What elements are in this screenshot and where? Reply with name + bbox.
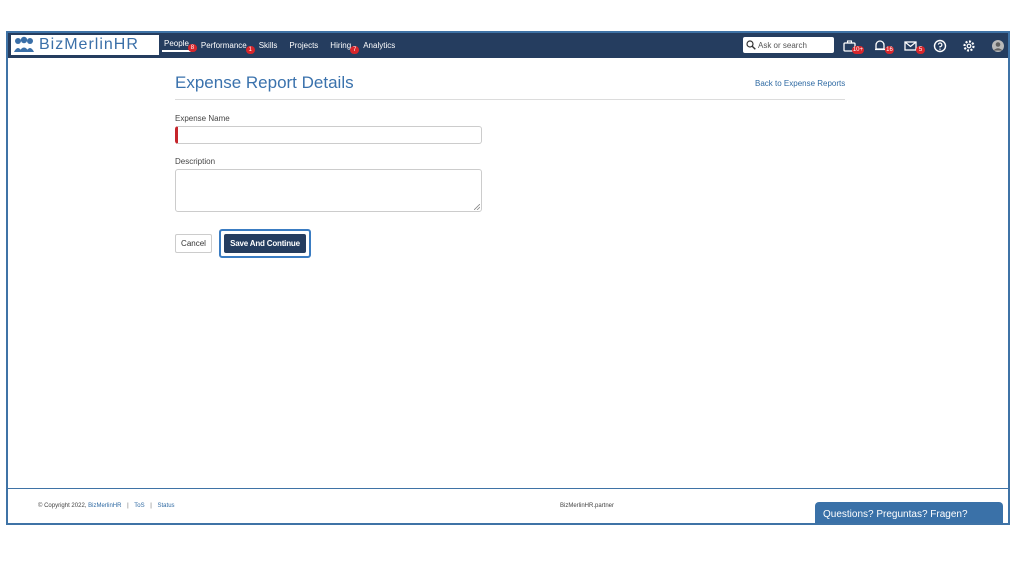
nav-item-projects[interactable]: Projects [287, 41, 320, 50]
logo-text: BizMerlinHR [39, 36, 139, 53]
expense-name-input[interactable] [175, 126, 482, 144]
resize-handle-icon[interactable] [474, 204, 480, 210]
main-nav: People 8 Performance 1 Skills Projects H… [162, 33, 405, 58]
footer-divider [8, 488, 1008, 489]
notifications-badge: 16 [885, 46, 894, 54]
help-button[interactable] [932, 38, 948, 54]
nav-label: People [164, 39, 189, 48]
cancel-button[interactable]: Cancel [175, 234, 212, 253]
save-button-highlight: Save And Continue [219, 229, 311, 258]
page-title: Expense Report Details [175, 73, 354, 92]
search-icon [746, 40, 756, 50]
messages-button[interactable]: 5 [903, 38, 925, 54]
nav-item-hiring[interactable]: Hiring 7 [328, 41, 360, 54]
nav-label: Skills [258, 41, 278, 50]
messages-badge: 5 [916, 46, 925, 54]
status-link[interactable]: Status [158, 503, 175, 509]
team-logo-icon [14, 36, 34, 52]
top-navbar: BizMerlinHR People 8 Performance 1 Skill… [8, 33, 1008, 58]
user-avatar[interactable] [990, 38, 1006, 54]
nav-label: Hiring [330, 41, 352, 50]
nav-label: Analytics [363, 41, 396, 50]
nav-badge: 8 [187, 44, 197, 52]
nav-badge: 1 [245, 46, 255, 54]
cases-button[interactable]: 10+ [842, 38, 864, 54]
nav-item-analytics[interactable]: Analytics [361, 41, 397, 50]
nav-item-performance[interactable]: Performance 1 [199, 41, 255, 54]
partner-text: BizMerlinHR.partner [560, 503, 615, 509]
title-divider [175, 99, 845, 100]
help-icon [933, 39, 947, 53]
nav-item-skills[interactable]: Skills [257, 41, 280, 50]
logo[interactable]: BizMerlinHR [11, 35, 159, 55]
nav-label: Projects [289, 41, 319, 50]
app-window: BizMerlinHR People 8 Performance 1 Skill… [6, 31, 1010, 525]
nav-badge: 7 [350, 46, 360, 54]
description-textarea[interactable] [175, 169, 482, 212]
chat-support-button[interactable]: Questions? Preguntas? Fragen? [815, 502, 1003, 523]
back-to-expense-reports-link[interactable]: Back to Expense Reports [755, 79, 845, 88]
expense-name-label: Expense Name [175, 114, 230, 123]
search-input[interactable] [758, 40, 834, 50]
company-link[interactable]: BizMerlinHR [88, 503, 121, 509]
footer-separator: | [127, 503, 129, 509]
tos-link[interactable]: ToS [134, 503, 144, 509]
description-label: Description [175, 157, 216, 166]
notifications-button[interactable]: 16 [872, 38, 894, 54]
footer-copyright: © Copyright 2022, BizMerlinHR | ToS | St… [38, 503, 175, 509]
save-and-continue-button[interactable]: Save And Continue [224, 234, 306, 253]
footer-separator: | [150, 503, 152, 509]
cases-badge: 10+ [851, 46, 864, 54]
copyright-text: © Copyright 2022, [38, 503, 87, 509]
nav-item-people[interactable]: People 8 [162, 39, 197, 52]
settings-button[interactable] [961, 38, 977, 54]
search-box[interactable] [743, 37, 834, 53]
gear-icon [963, 40, 975, 52]
nav-label: Performance [200, 41, 247, 50]
avatar-icon [992, 40, 1004, 52]
